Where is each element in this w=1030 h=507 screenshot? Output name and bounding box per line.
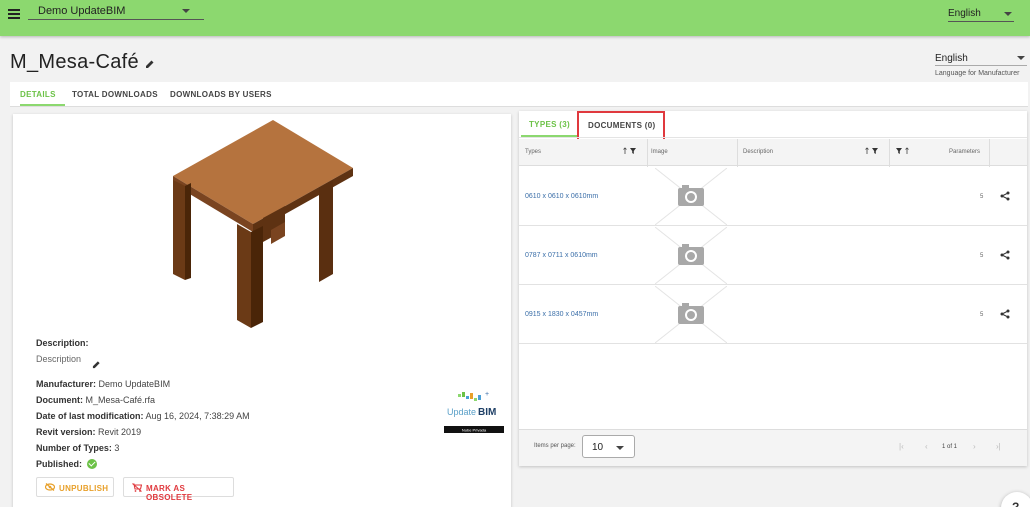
published-row: Published: (36, 459, 97, 469)
cart-remove-icon (132, 483, 142, 492)
updatebim-logo: + Update BIM Nube Privada (444, 391, 504, 433)
types-panel: TYPES (3) DOCUMENTS (0) Types Image Desc… (519, 111, 1027, 466)
last-page-icon[interactable]: ›| (996, 442, 1001, 451)
parameters-count: 5 (980, 253, 984, 259)
paginator: Items per page: 10 |‹ ‹ 1 of 1 › ›| (519, 429, 1027, 466)
unpublish-button[interactable]: UNPUBLISH (36, 477, 114, 497)
prev-page-icon[interactable]: ‹ (925, 442, 928, 451)
modified-label: Date of last modification: (36, 411, 144, 421)
svg-text:Nube Privada: Nube Privada (462, 428, 487, 433)
revit-version-label: Revit version: (36, 427, 96, 437)
manufacturer-row: Manufacturer: Demo UpdateBIM (36, 379, 170, 389)
revit-version-value: Revit 2019 (98, 427, 142, 437)
items-per-page-value: 10 (592, 442, 604, 453)
mark-obsolete-button[interactable]: MARK AS OBSOLETE (123, 477, 234, 502)
table-row[interactable]: 0915 x 1830 x 0457mm 5 (519, 285, 1027, 344)
parameters-count: 5 (980, 194, 984, 200)
page-title: M_Mesa-Café (10, 51, 139, 73)
modified-value: Aug 16, 2024, 7:38:29 AM (145, 411, 250, 421)
column-header-image[interactable]: Image (651, 149, 668, 155)
column-header-description[interactable]: Description (743, 149, 773, 155)
modified-row: Date of last modification: Aug 16, 2024,… (36, 411, 250, 421)
type-name-link[interactable]: 0915 x 1830 x 0457mm (525, 311, 598, 318)
column-separator[interactable] (737, 139, 738, 167)
manufacturer-language-select[interactable]: English (935, 50, 1027, 66)
share-icon[interactable] (1000, 191, 1010, 201)
manufacturer-language-value: English (935, 53, 968, 64)
share-icon[interactable] (1000, 309, 1010, 319)
manufacturer-value: Demo UpdateBIM (98, 379, 171, 389)
share-icon[interactable] (1000, 250, 1010, 260)
eye-off-icon (45, 483, 55, 491)
items-per-page-select[interactable]: 10 (582, 435, 635, 458)
menu-icon[interactable] (8, 9, 20, 19)
svg-text:Update: Update (447, 407, 476, 417)
tab-details[interactable]: DETAILS (20, 90, 56, 99)
document-row: Document: M_Mesa-Café.rfa (36, 395, 155, 405)
company-select[interactable]: Demo UpdateBIM (28, 2, 204, 20)
first-page-icon[interactable]: |‹ (899, 442, 904, 451)
details-panel: Description: Description Manufacturer: D… (13, 114, 511, 507)
company-select-value: Demo UpdateBIM (38, 5, 126, 17)
filter-sort-icon[interactable] (895, 147, 911, 155)
types-count-value: 3 (114, 443, 120, 453)
camera-placeholder-icon (655, 168, 727, 225)
chevron-down-icon (182, 9, 190, 13)
column-separator[interactable] (889, 139, 890, 167)
published-label: Published: (36, 459, 83, 469)
parameters-count: 5 (980, 312, 984, 318)
tab-total-downloads[interactable]: TOTAL DOWNLOADS (72, 90, 158, 99)
items-per-page-label: Items per page: (534, 443, 576, 449)
family-preview-image (173, 120, 353, 328)
manufacturer-label: Manufacturer: (36, 379, 97, 389)
table-row[interactable]: 0610 x 0610 x 0610mm 5 (519, 167, 1027, 226)
camera-placeholder-icon (655, 286, 727, 343)
manufacturer-language-label: Language for Manufacturer (935, 70, 1020, 77)
column-separator[interactable] (647, 139, 648, 167)
svg-text:+: + (485, 391, 489, 398)
chevron-down-icon (1017, 56, 1025, 60)
active-tab-indicator (20, 104, 65, 106)
column-separator[interactable] (989, 139, 990, 167)
svg-text:BIM: BIM (478, 407, 496, 418)
pencil-icon[interactable] (92, 360, 101, 369)
description-label: Description: (36, 338, 89, 348)
mark-obsolete-label: MARK AS OBSOLETE (146, 484, 193, 502)
page-range-label: 1 of 1 (942, 444, 958, 450)
check-circle-icon (86, 459, 97, 469)
help-button[interactable]: ? (1001, 492, 1030, 507)
revit-version-row: Revit version: Revit 2019 (36, 427, 141, 437)
sort-filter-icon[interactable] (865, 147, 879, 155)
column-header-types[interactable]: Types (525, 149, 541, 155)
tabs-divider (519, 137, 1027, 138)
table-row[interactable]: 0787 x 0711 x 0610mm 5 (519, 226, 1027, 285)
tab-types[interactable]: TYPES (3) (529, 120, 570, 129)
description-value: Description (36, 354, 82, 364)
pencil-icon[interactable] (145, 59, 155, 69)
type-name-link[interactable]: 0610 x 0610 x 0610mm (525, 193, 598, 200)
detail-tabs: DETAILS TOTAL DOWNLOADS DOWNLOADS BY USE… (10, 82, 1028, 107)
type-name-link[interactable]: 0787 x 0711 x 0610mm (525, 252, 598, 259)
next-page-icon[interactable]: › (973, 442, 976, 451)
column-header-parameters[interactable]: Parameters (949, 149, 980, 155)
top-app-bar: Demo UpdateBIM English (0, 0, 1030, 36)
document-label: Document: (36, 395, 83, 405)
unpublish-label: UNPUBLISH (59, 484, 109, 493)
language-select-value: English (948, 8, 981, 19)
document-value: M_Mesa-Café.rfa (85, 395, 156, 405)
chevron-down-icon (616, 446, 624, 450)
chevron-down-icon (1004, 12, 1012, 16)
types-grid-header: Types Image Description Parameters (519, 139, 1027, 167)
language-select[interactable]: English (948, 4, 1014, 22)
tab-downloads-by-users[interactable]: DOWNLOADS BY USERS (170, 90, 272, 99)
types-count-label: Number of Types: (36, 443, 112, 453)
sort-filter-icon[interactable] (623, 147, 637, 155)
types-count-row: Number of Types: 3 (36, 443, 119, 453)
camera-placeholder-icon (655, 227, 727, 284)
